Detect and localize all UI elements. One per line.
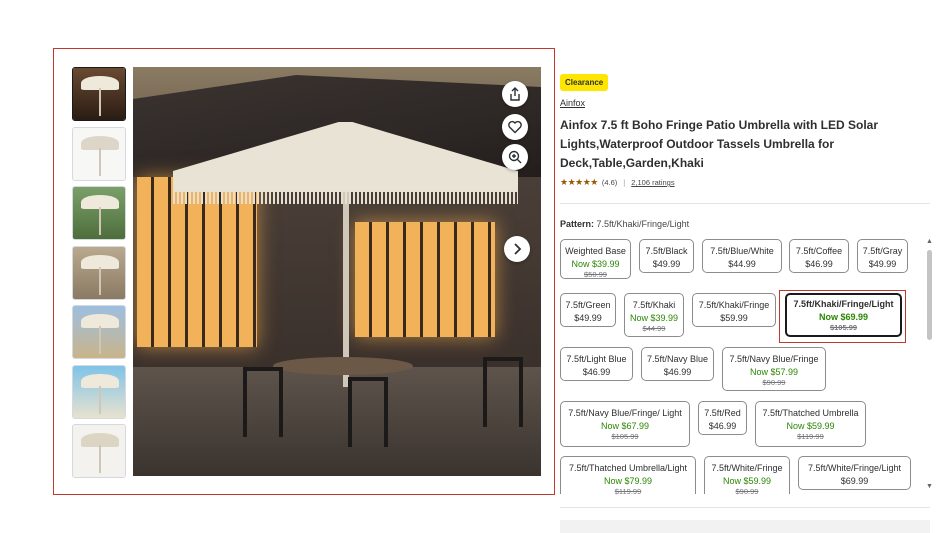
variant-option[interactable]: 7.5ft/Green $49.99: [560, 293, 616, 327]
variant-name: Weighted Base: [565, 246, 626, 256]
variant-was-price: $119.99: [797, 432, 824, 441]
bottom-divider: [560, 507, 930, 508]
variant-price: $44.99: [728, 259, 756, 269]
variant-price: Now $59.99: [722, 476, 772, 486]
thumbnail-2[interactable]: [72, 126, 126, 181]
variant-price: $46.99: [582, 367, 611, 377]
thumbnail-5[interactable]: [72, 305, 126, 359]
variant-name: 7.5ft/Navy Blue/Fringe: [729, 354, 819, 364]
variant-was-price: $90.99: [762, 378, 786, 387]
variant-name: 7.5ft/Thatched Umbrella/Light: [568, 463, 688, 473]
variant-price: Now $39.99: [571, 259, 620, 269]
pattern-label-key: Pattern:: [560, 219, 595, 229]
scrollbar-thumb[interactable]: [927, 250, 932, 340]
variant-option[interactable]: 7.5ft/Thatched Umbrella Now $59.99 $119.…: [755, 401, 866, 447]
variant-option[interactable]: 7.5ft/Khaki Now $39.99 $44.99: [624, 293, 684, 337]
variant-option[interactable]: 7.5ft/Blue/White $44.99: [702, 239, 782, 273]
rating-value: (4.6): [601, 178, 618, 187]
heart-icon[interactable]: [502, 114, 528, 140]
rating-row: ★★★★★ (4.6) | 2,106 ratings: [560, 177, 675, 188]
variant-price: $46.99: [663, 367, 692, 377]
variant-option[interactable]: 7.5ft/Navy Blue/Fringe/ Light Now $67.99…: [560, 401, 690, 447]
variant-option[interactable]: 7.5ft/Gray $49.99: [857, 239, 908, 273]
variant-was-price: $105.99: [829, 323, 858, 332]
variant-was-price: $105.99: [611, 432, 639, 441]
variant-option[interactable]: 7.5ft/Thatched Umbrella/Light Now $79.99…: [560, 456, 696, 496]
variant-name: 7.5ft/Light Blue: [566, 354, 627, 364]
variant-name: 7.5ft/Green: [565, 300, 611, 310]
variant-name: 7.5ft/Thatched Umbrella: [762, 408, 859, 418]
variant-name: 7.5ft/White/Fringe: [711, 463, 783, 473]
main-product-image[interactable]: [133, 67, 541, 476]
variant-option[interactable]: 7.5ft/Black $49.99: [639, 239, 694, 273]
variant-option[interactable]: 7.5ft/Navy Blue/Fringe Now $57.99 $90.99: [722, 347, 826, 391]
variant-name: 7.5ft/Khaki/Fringe/Light: [793, 299, 894, 309]
scroll-down-arrow[interactable]: ▼: [926, 483, 933, 490]
variant-price: $49.99: [574, 313, 602, 323]
product-title: Ainfox 7.5 ft Boho Fringe Patio Umbrella…: [560, 118, 879, 170]
rating-separator: |: [623, 178, 626, 187]
variant-was-price: $90.99: [735, 487, 759, 496]
variant-price: $46.99: [708, 421, 737, 431]
variant-name: 7.5ft/White/Fringe/Light: [807, 463, 902, 473]
variant-name: 7.5ft/Navy Blue/Fringe/ Light: [568, 408, 682, 418]
variant-name: 7.5ft/Navy Blue: [646, 354, 709, 364]
thumbnail-7[interactable]: [72, 424, 126, 478]
brand-link[interactable]: Ainfox: [560, 98, 585, 108]
variant-was-price: $44.99: [642, 324, 666, 333]
clearance-badge: Clearance: [560, 74, 609, 91]
variant-option-selected[interactable]: 7.5ft/Khaki/Fringe/Light Now $69.99 $105…: [785, 293, 902, 337]
thumbnail-4[interactable]: [72, 245, 126, 300]
thumbnail-1[interactable]: [72, 67, 126, 121]
variant-option[interactable]: 7.5ft/Coffee $46.99: [789, 239, 849, 273]
pattern-label: Pattern: 7.5ft/Khaki/Fringe/Light: [560, 219, 689, 229]
variant-option[interactable]: 7.5ft/White/Fringe/Light $69.99: [798, 456, 911, 490]
variant-price: Now $57.99: [749, 367, 799, 377]
variant-price: Now $79.99: [603, 476, 653, 486]
ratings-count-link[interactable]: 2,106 ratings: [631, 178, 674, 187]
variant-option[interactable]: 7.5ft/Light Blue $46.99: [560, 347, 633, 381]
pattern-selected-value: 7.5ft/Khaki/Fringe/Light: [596, 219, 690, 229]
variant-option[interactable]: 7.5ft/Red $46.99: [698, 401, 747, 435]
variant-price: Now $39.99: [629, 313, 679, 323]
variant-price: $49.99: [868, 259, 897, 269]
thumbnail-3[interactable]: [72, 186, 126, 240]
variant-name: 7.5ft/Khaki: [632, 300, 676, 310]
variant-option[interactable]: 7.5ft/White/Fringe Now $59.99 $90.99: [704, 456, 790, 496]
variant-name: 7.5ft/Red: [704, 408, 741, 418]
variant-was-price: $50.99: [584, 270, 607, 279]
variant-option[interactable]: Weighted Base Now $39.99 $50.99: [560, 239, 631, 279]
variant-name: 7.5ft/Khaki/Fringe: [698, 300, 770, 310]
variant-name: 7.5ft/Black: [645, 246, 688, 256]
chevron-right-icon[interactable]: [504, 236, 530, 262]
variant-price: Now $59.99: [786, 421, 835, 431]
scroll-up-arrow[interactable]: ▲: [926, 238, 933, 245]
variant-price: Now $69.99: [818, 312, 869, 322]
variant-option[interactable]: 7.5ft/Navy Blue $46.99: [641, 347, 714, 381]
share-icon[interactable]: [502, 81, 528, 107]
bottom-panel: [560, 520, 930, 533]
variant-name: 7.5ft/Blue/White: [710, 246, 774, 256]
variant-price: $49.99: [652, 259, 681, 269]
star-rating: ★★★★★: [560, 177, 598, 187]
variant-was-price: $119.99: [614, 487, 642, 496]
variant-option[interactable]: 7.5ft/Khaki/Fringe $59.99: [692, 293, 776, 327]
product-page: Clearance Ainfox Ainfox 7.5 ft Boho Frin…: [0, 0, 940, 533]
thumbnail-6[interactable]: [72, 364, 126, 419]
thumbnail-list: [72, 67, 126, 484]
variant-price: Now $67.99: [600, 421, 650, 431]
section-divider: [560, 203, 930, 204]
variant-price: $59.99: [720, 313, 748, 323]
variant-price: $69.99: [840, 476, 869, 486]
variant-name: 7.5ft/Coffee: [795, 246, 843, 256]
variant-name: 7.5ft/Gray: [862, 246, 903, 256]
zoom-icon[interactable]: [502, 144, 528, 170]
variant-price: $46.99: [805, 259, 833, 269]
